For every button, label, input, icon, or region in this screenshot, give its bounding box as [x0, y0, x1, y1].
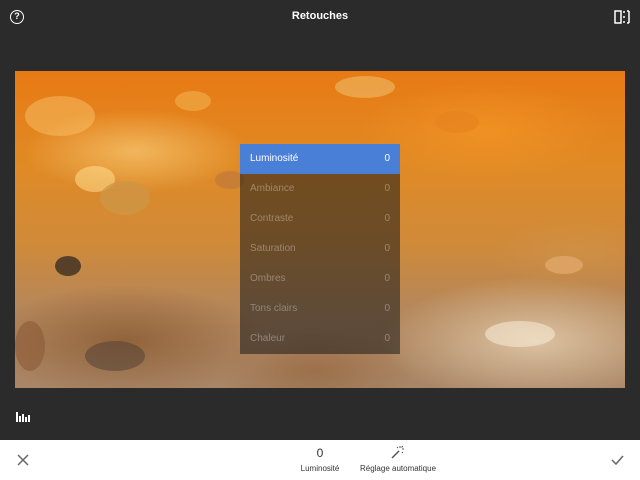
top-bar: ? Retouches	[0, 0, 640, 36]
page-title: Retouches	[291, 10, 349, 22]
split-compare-icon[interactable]	[614, 10, 630, 24]
menu-item-value: 0	[384, 273, 390, 284]
menu-item-label: Luminosité	[250, 153, 299, 164]
photo-texture	[485, 321, 555, 347]
magic-wand-icon[interactable]	[390, 445, 404, 459]
photo-texture	[85, 341, 145, 371]
menu-item-contraste[interactable]: Contraste 0	[240, 204, 400, 234]
menu-item-label: Saturation	[250, 243, 296, 254]
menu-item-label: Ombres	[250, 273, 286, 284]
close-icon[interactable]	[16, 453, 30, 467]
menu-item-label: Tons clairs	[250, 303, 298, 314]
checkmark-icon[interactable]	[610, 453, 624, 467]
adjustment-value: 0	[316, 446, 324, 460]
menu-item-value: 0	[384, 183, 390, 194]
auto-adjust-label[interactable]: Réglage automatique	[350, 464, 446, 473]
photo-texture	[545, 256, 583, 274]
menu-item-value: 0	[384, 333, 390, 344]
menu-item-value: 0	[384, 243, 390, 254]
menu-item-saturation[interactable]: Saturation 0	[240, 234, 400, 264]
menu-item-value: 0	[384, 213, 390, 224]
photo-texture	[435, 111, 479, 133]
adjustment-menu: Luminosité 0 Ambiance 0 Contraste 0 Satu…	[240, 144, 400, 354]
menu-item-value: 0	[384, 153, 390, 164]
photo-texture	[25, 96, 95, 136]
histogram-icon[interactable]	[16, 411, 30, 422]
photo-texture	[100, 181, 150, 215]
menu-item-tons-clairs[interactable]: Tons clairs 0	[240, 294, 400, 324]
photo-texture	[335, 76, 395, 98]
menu-item-luminosite[interactable]: Luminosité 0	[240, 144, 400, 174]
adjustment-name: Luminosité	[300, 464, 340, 473]
photo-texture	[55, 256, 81, 276]
menu-item-label: Chaleur	[250, 333, 286, 344]
photo-texture	[175, 91, 211, 111]
photo-texture	[15, 321, 45, 371]
menu-item-value: 0	[384, 303, 390, 314]
menu-item-label: Contraste	[250, 213, 294, 224]
menu-item-ambiance[interactable]: Ambiance 0	[240, 174, 400, 204]
menu-item-label: Ambiance	[250, 183, 295, 194]
menu-item-ombres[interactable]: Ombres 0	[240, 264, 400, 294]
menu-item-chaleur[interactable]: Chaleur 0	[240, 324, 400, 354]
